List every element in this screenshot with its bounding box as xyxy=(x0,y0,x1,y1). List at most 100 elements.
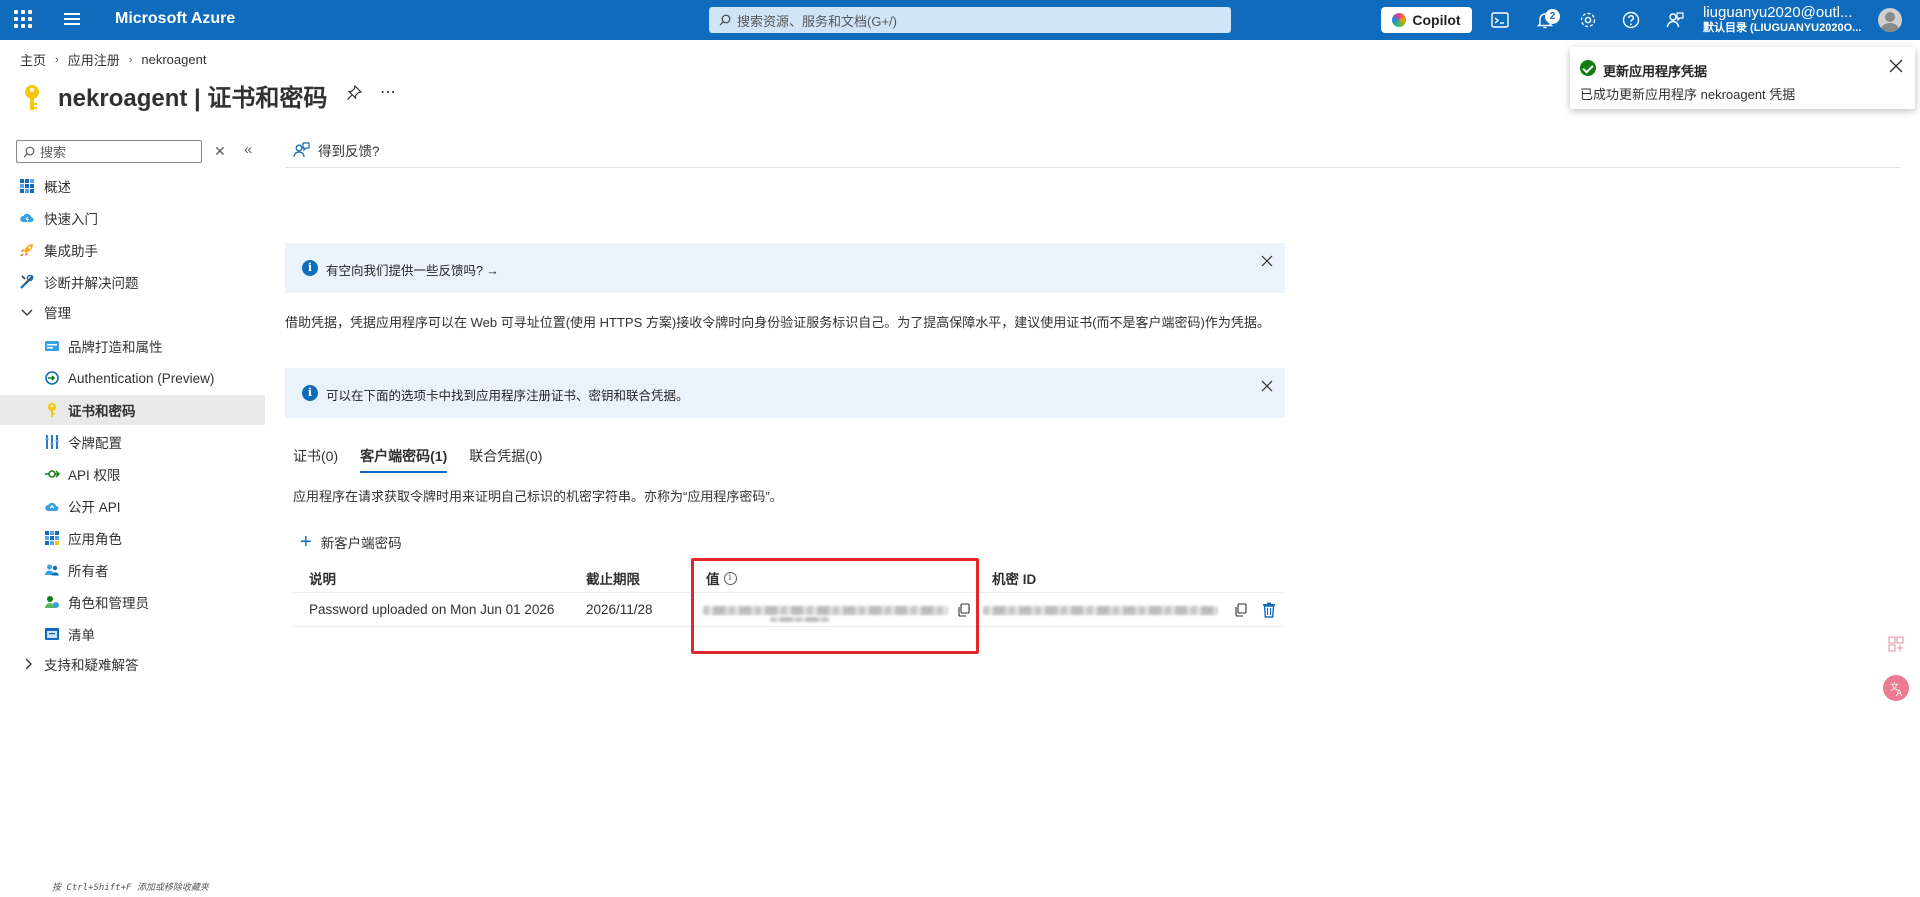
svg-text:A: A xyxy=(1896,689,1903,699)
sidebar-item-app-roles[interactable]: 应用角色 xyxy=(0,523,265,553)
chevron-down-icon xyxy=(21,309,33,316)
plus-icon: + xyxy=(300,531,312,553)
global-search-placeholder: 搜索资源、服务和文档(G+/) xyxy=(737,13,897,29)
sidebar-item-label: 概述 xyxy=(44,180,71,195)
sidebar-item-overview[interactable]: 概述 xyxy=(0,171,265,201)
sidebar-group-label: 管理 xyxy=(44,306,71,321)
sidebar-search-input[interactable]: 搜索 xyxy=(16,140,202,163)
cloud-api-icon xyxy=(45,502,59,511)
cloud-shell-icon[interactable] xyxy=(1490,10,1510,30)
sidebar-item-token-configuration[interactable]: 令牌配置 xyxy=(0,427,265,457)
authentication-icon xyxy=(45,371,59,385)
sidebar-group-label: 支持和疑难解答 xyxy=(44,658,139,673)
sidebar-item-label: 应用角色 xyxy=(68,532,122,547)
credentials-description: 借助凭据，凭据应用程序可以在 Web 可寻址位置(使用 HTTPS 方案)接收令… xyxy=(285,315,1270,330)
tab-certificates[interactable]: 证书(0) xyxy=(293,446,338,473)
sidebar-group-manage[interactable]: 管理 xyxy=(0,297,265,327)
sidebar-item-label: 清单 xyxy=(68,628,95,643)
new-client-secret-label: 新客户端密码 xyxy=(320,536,402,551)
more-options-icon[interactable]: ⋯ xyxy=(380,82,397,102)
column-header-secret-id: 机密 ID xyxy=(992,572,1037,587)
branding-card-icon xyxy=(45,341,59,351)
close-icon[interactable] xyxy=(1261,380,1273,392)
tab-federated-credentials[interactable]: 联合凭据(0) xyxy=(469,446,542,473)
sidebar-item-label: API 权限 xyxy=(68,468,121,483)
sidebar-search-placeholder: 搜索 xyxy=(40,145,67,160)
toast-title: 更新应用程序凭据 xyxy=(1603,64,1708,79)
chevron-right-icon xyxy=(25,658,32,670)
key-icon xyxy=(48,403,56,417)
key-icon xyxy=(25,85,39,110)
breadcrumb-separator-icon: › xyxy=(55,53,59,66)
sidebar-item-manifest[interactable]: 清单 xyxy=(0,619,265,649)
rocket-icon xyxy=(20,244,33,257)
settings-gear-icon[interactable] xyxy=(1578,10,1598,30)
sidebar-item-quickstart[interactable]: 快速入门 xyxy=(0,203,265,233)
sidebar-item-branding[interactable]: 品牌打造和属性 xyxy=(0,331,265,361)
cloud-lightning-icon xyxy=(20,213,34,223)
sidebar-item-certificates-secrets[interactable]: 证书和密码 xyxy=(0,395,265,425)
info-icon: i xyxy=(302,385,318,401)
breadcrumb-app-registrations[interactable]: 应用注册 xyxy=(68,50,120,69)
floating-translate-icon[interactable]: 文A xyxy=(1882,674,1910,702)
account-name: liuguanyu2020@outl... xyxy=(1703,4,1853,21)
page-title: nekroagent | 证书和密码 xyxy=(58,85,328,112)
help-question-icon[interactable] xyxy=(1621,10,1641,30)
tab-client-secrets[interactable]: 客户端密码(1) xyxy=(360,446,448,473)
new-client-secret-button[interactable]: + 新客户端密码 xyxy=(300,532,402,552)
credential-tabs: 证书(0) 客户端密码(1) 联合凭据(0) xyxy=(293,446,564,473)
toolbar-divider xyxy=(285,167,1900,168)
manifest-icon xyxy=(45,628,59,640)
feedback-person-icon[interactable] xyxy=(1665,10,1685,30)
sidebar-group-support[interactable]: 支持和疑难解答 xyxy=(0,649,265,679)
delete-trash-icon[interactable] xyxy=(1262,602,1276,618)
brand-title[interactable]: Microsoft Azure xyxy=(115,10,235,28)
breadcrumb-app[interactable]: nekroagent xyxy=(141,52,206,67)
success-check-icon xyxy=(1580,60,1596,76)
avatar[interactable] xyxy=(1878,8,1902,32)
sidebar-item-label: 证书和密码 xyxy=(68,404,136,419)
sidebar-item-label: 公开 API xyxy=(68,500,121,515)
get-feedback-label: 得到反馈? xyxy=(318,144,380,159)
feedback-banner-link[interactable]: 有空向我们提供一些反馈吗? → xyxy=(326,260,499,279)
get-feedback-button[interactable]: 得到反馈? xyxy=(292,140,380,160)
sidebar-item-integration-assistant[interactable]: 集成助手 xyxy=(0,235,265,265)
collapse-sidebar-icon[interactable]: « xyxy=(244,141,252,158)
copilot-button[interactable]: Copilot xyxy=(1381,7,1472,33)
sidebar-item-label: 令牌配置 xyxy=(68,436,122,451)
wrench-icon xyxy=(20,274,34,289)
sidebar-item-diagnose[interactable]: 诊断并解决问题 xyxy=(0,267,265,297)
sidebar-item-label: 角色和管理员 xyxy=(68,596,149,611)
portal-menu-icon[interactable] xyxy=(64,13,80,27)
sidebar-item-label: 品牌打造和属性 xyxy=(68,340,163,355)
column-header-expires: 截止期限 xyxy=(586,572,640,587)
copy-secret-id-icon[interactable] xyxy=(1234,603,1247,617)
sidebar-item-authentication[interactable]: Authentication (Preview) xyxy=(0,363,265,393)
account-directory: 默认目录 (LIUGUANYU2020O... xyxy=(1703,22,1862,34)
sidebar-item-api-permissions[interactable]: API 权限 xyxy=(0,459,265,489)
feedback-person-icon xyxy=(293,142,310,158)
pin-icon[interactable] xyxy=(346,85,362,101)
global-search-input[interactable]: 搜索资源、服务和文档(G+/) xyxy=(709,7,1231,33)
clear-search-icon[interactable]: ✕ xyxy=(214,143,226,160)
overview-grid-icon xyxy=(20,179,34,193)
toast-message: 已成功更新应用程序 nekroagent 凭据 xyxy=(1580,87,1796,102)
sidebar-item-roles-admins[interactable]: 角色和管理员 xyxy=(0,587,265,617)
tabs-info-banner: i 可以在下面的选项卡中找到应用程序注册证书、密钥和联合凭据。 xyxy=(285,368,1285,418)
sidebar-item-label: 集成助手 xyxy=(44,244,98,259)
feedback-info-banner: i 有空向我们提供一些反馈吗? → xyxy=(285,243,1285,293)
success-notification-toast: 更新应用程序凭据 已成功更新应用程序 nekroagent 凭据 xyxy=(1570,47,1915,109)
copilot-logo-icon xyxy=(1392,13,1407,27)
close-icon[interactable] xyxy=(1261,255,1273,267)
sidebar-item-owners[interactable]: 所有者 xyxy=(0,555,265,585)
account-info[interactable]: liuguanyu2020@outl... 默认目录 (LIUGUANYU202… xyxy=(1703,4,1861,35)
sidebar-item-expose-api[interactable]: 公开 API xyxy=(0,491,265,521)
client-secrets-description: 应用程序在请求获取令牌时用来证明自己标识的机密字符串。亦称为“应用程序密码”。 xyxy=(293,489,783,504)
close-icon[interactable] xyxy=(1889,59,1903,73)
breadcrumb-home[interactable]: 主页 xyxy=(20,50,46,69)
top-navigation-bar: Microsoft Azure 搜索资源、服务和文档(G+/) Copilot … xyxy=(0,0,1920,40)
secret-description-cell: Password uploaded on Mon Jun 01 2026 xyxy=(309,602,555,617)
search-icon xyxy=(719,14,731,26)
floating-layout-icon[interactable] xyxy=(1882,630,1910,658)
app-launcher-icon[interactable] xyxy=(14,10,32,28)
